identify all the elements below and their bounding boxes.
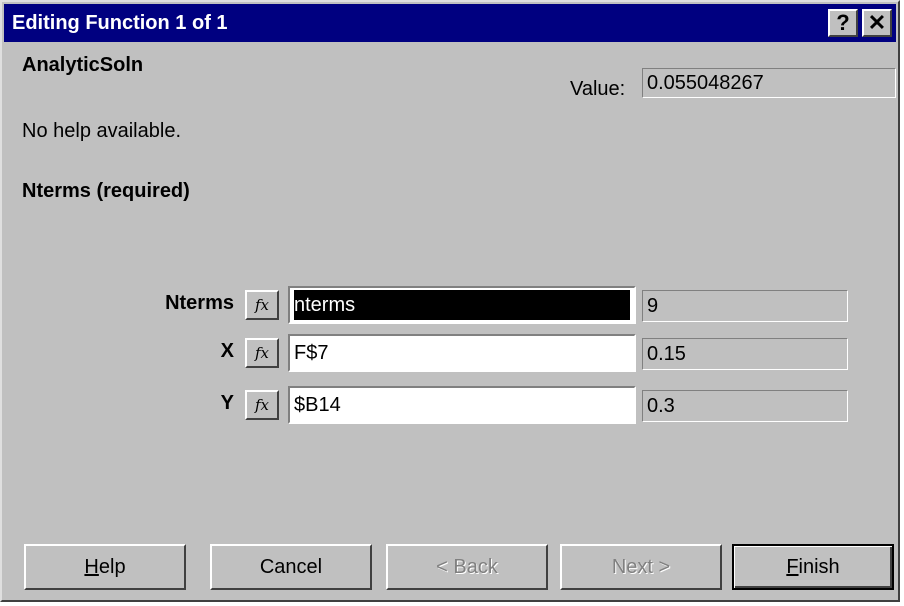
fx-icon[interactable]: fx: [245, 290, 279, 320]
back-button[interactable]: < Back: [386, 544, 548, 590]
value-label: Value:: [570, 78, 626, 100]
finish-button-post: inish: [798, 555, 840, 578]
title-bar: Editing Function 1 of 1 ? ✕: [4, 4, 896, 42]
function-value: 0.055048267: [642, 68, 896, 98]
argument-value: 0.3: [642, 390, 848, 422]
function-editor-dialog: Editing Function 1 of 1 ? ✕ AnalyticSoln…: [0, 0, 900, 602]
argument-heading: Nterms (required): [22, 180, 190, 202]
argument-row-y: Y fx $B14 0.3: [2, 384, 902, 424]
argument-value: 9: [642, 290, 848, 322]
function-name: AnalyticSoln: [22, 54, 144, 76]
fx-icon[interactable]: fx: [245, 390, 279, 420]
finish-button[interactable]: Finish: [732, 544, 894, 590]
help-button-accel: H: [84, 555, 99, 578]
selected-text: nterms: [294, 290, 630, 320]
argument-input-x[interactable]: F$7: [288, 334, 636, 372]
argument-label: Nterms: [165, 292, 234, 314]
help-text: No help available.: [22, 120, 181, 142]
argument-row-nterms: Nterms fx nterms 9: [2, 284, 902, 324]
close-icon[interactable]: ✕: [862, 9, 892, 37]
finish-button-accel: F: [786, 555, 799, 578]
help-icon[interactable]: ?: [828, 9, 858, 37]
argument-label: X: [220, 340, 234, 362]
help-button-post: elp: [98, 555, 126, 578]
argument-input-y[interactable]: $B14: [288, 386, 636, 424]
argument-label: Y: [220, 392, 234, 414]
argument-value: 0.15: [642, 338, 848, 370]
fx-icon[interactable]: fx: [245, 338, 279, 368]
argument-row-x: X fx F$7 0.15: [2, 332, 902, 372]
cancel-button[interactable]: Cancel: [210, 544, 372, 590]
argument-input-nterms[interactable]: nterms: [288, 286, 636, 324]
help-button[interactable]: Help: [24, 544, 186, 590]
window-title: Editing Function 1 of 1: [12, 11, 228, 34]
next-button[interactable]: Next >: [560, 544, 722, 590]
